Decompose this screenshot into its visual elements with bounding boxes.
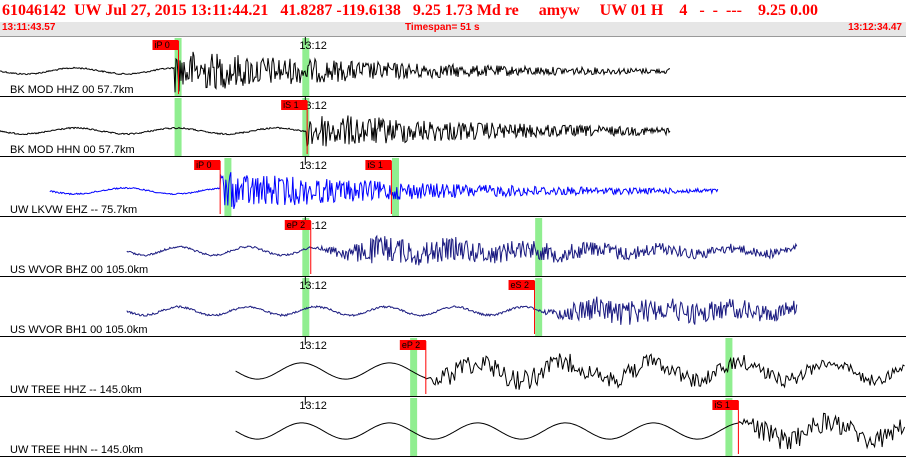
station-label: US WVOR BHZ 00 105.0km bbox=[10, 264, 148, 276]
trace-panel[interactable]: 13:12iS 1BK MOD HHN 00 57.7km bbox=[0, 97, 906, 157]
time-bar: 13:11:43.57 Timespan= 51 s 13:12:34.47 bbox=[0, 22, 906, 37]
waveform-trace[interactable] bbox=[126, 296, 798, 325]
pick-label: iS 1 bbox=[367, 160, 383, 170]
minute-tick-label: 13:12 bbox=[299, 40, 327, 52]
pick-label: eP 2 bbox=[402, 340, 420, 350]
minute-tick-label: 13:12 bbox=[299, 400, 327, 412]
waveform-trace[interactable] bbox=[126, 234, 798, 266]
station-label: UW LKVW EHZ -- 75.7km bbox=[10, 204, 137, 216]
waveform-trace[interactable] bbox=[0, 115, 671, 147]
minute-tick-label: 13:12 bbox=[299, 340, 327, 352]
waveform-trace[interactable] bbox=[49, 172, 719, 210]
station-label: US WVOR BH1 00 105.0km bbox=[10, 324, 148, 336]
trace-panel[interactable]: 13:12 iP 0 iS 1 UW LKVW EHZ -- 75.7km bbox=[0, 157, 906, 217]
trace-panel[interactable]: 13:12 eP 2 UW TREE HHZ -- 145.0km bbox=[0, 337, 906, 397]
trace-panel[interactable]: 13:12 iS 1 UW TREE HHN -- 145.0km bbox=[0, 397, 906, 457]
trace-panel[interactable]: 13:12 iP 0 BK MOD HHZ 00 57.7km bbox=[0, 37, 906, 97]
end-time: 13:12:34.47 bbox=[848, 22, 902, 33]
pick-window bbox=[535, 278, 543, 336]
trace-panel[interactable]: 13:12eP 2US WVOR BHZ 00 105.0km bbox=[0, 217, 906, 277]
minute-tick-label: 13:12 bbox=[299, 160, 327, 172]
station-label: UW TREE HHZ -- 145.0km bbox=[10, 384, 142, 396]
waveform-trace[interactable] bbox=[235, 353, 905, 390]
event-title: 61046142 UW Jul 27, 2015 13:11:44.21 41.… bbox=[2, 2, 818, 19]
seismogram-panels[interactable]: 13:12 iP 0 BK MOD HHZ 00 57.7km 13:12 iS 1 BK… bbox=[0, 37, 906, 460]
pick-window bbox=[535, 218, 543, 276]
pick-label: eS 2 bbox=[511, 280, 530, 290]
pick-label: iS 1 bbox=[714, 400, 730, 410]
waveform-trace[interactable] bbox=[235, 412, 906, 450]
start-time: 13:11:43.57 bbox=[2, 22, 56, 33]
event-header: 61046142 UW Jul 27, 2015 13:11:44.21 41.… bbox=[0, 0, 906, 22]
pick-window bbox=[174, 98, 182, 156]
pick-window bbox=[410, 398, 418, 456]
station-label: BK MOD HHZ 00 57.7km bbox=[10, 84, 133, 96]
pick-label: iP 0 bbox=[196, 160, 211, 170]
timespan-label: Timespan= 51 s bbox=[405, 22, 480, 33]
trace-panel[interactable]: 13:12 eS 2 US WVOR BH1 00 105.0km bbox=[0, 277, 906, 337]
pick-label: iP 0 bbox=[154, 40, 169, 50]
pick-window bbox=[392, 158, 400, 216]
station-label: UW TREE HHN -- 145.0km bbox=[10, 444, 143, 456]
station-label: BK MOD HHN 00 57.7km bbox=[10, 144, 135, 156]
pick-label: iS 1 bbox=[283, 100, 299, 110]
pick-label: eP 2 bbox=[287, 220, 305, 230]
minute-tick-label: 13:12 bbox=[299, 280, 327, 292]
